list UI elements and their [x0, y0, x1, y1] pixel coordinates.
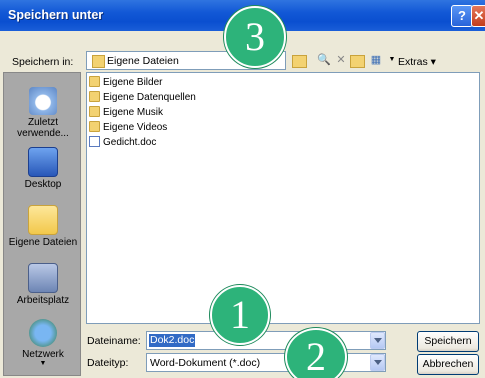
place-recent[interactable]: Zuletzt verwende...	[4, 87, 82, 139]
help-button[interactable]: ?	[451, 5, 473, 27]
file-name: Eigene Bilder	[103, 77, 163, 88]
file-name: Eigene Videos	[103, 122, 168, 133]
places-bar: Zuletzt verwende... Desktop Eigene Datei…	[3, 72, 81, 376]
search-web-icon[interactable]: 🔍	[316, 53, 332, 67]
filetype-dropdown-button[interactable]	[370, 354, 385, 371]
recent-clock-icon	[29, 87, 57, 115]
filetype-select[interactable]: Word-Dokument (*.doc)	[146, 353, 386, 372]
list-item[interactable]: Eigene Videos	[89, 121, 167, 135]
list-item[interactable]: Eigene Musik	[89, 106, 163, 120]
save-in-label-text: Speichern in:	[12, 56, 74, 68]
more-places-arrow-icon[interactable]: ▼	[4, 360, 82, 368]
annotation-badge-3: 3	[224, 6, 286, 68]
desktop-icon	[28, 147, 58, 177]
close-button[interactable]: ✕	[471, 5, 485, 27]
computer-icon	[28, 263, 58, 293]
list-item[interactable]: Eigene Datenquellen	[89, 91, 196, 105]
annotation-badge-2: 2	[285, 328, 347, 378]
cancel-button[interactable]: Abbrechen	[417, 354, 479, 375]
views-icon[interactable]: ▦	[368, 53, 384, 67]
window-title: Speichern unter	[8, 8, 104, 22]
file-name: Eigene Musik	[103, 107, 164, 118]
place-network[interactable]: Netzwerk ▼	[4, 319, 82, 368]
save-as-dialog: Speichern unter ? ✕ Speichern in: Eigene…	[0, 0, 485, 378]
my-documents-icon	[28, 205, 58, 235]
filename-dropdown-button[interactable]	[370, 332, 385, 349]
list-item[interactable]: Gedicht.doc	[89, 136, 156, 150]
place-network-label: Netzwerk	[22, 349, 64, 360]
list-item[interactable]: Eigene Bilder	[89, 76, 162, 90]
place-recent-label: Zuletzt verwende...	[17, 117, 69, 139]
filename-value: Dok2.doc	[149, 334, 196, 347]
folder-icon	[89, 76, 100, 87]
folder-icon	[89, 106, 100, 117]
filename-label: Dateiname:	[87, 335, 141, 347]
annotation-badge-1: 1	[210, 285, 270, 345]
word-document-icon	[89, 136, 100, 147]
file-name: Gedicht.doc	[103, 137, 157, 148]
new-folder-icon[interactable]	[350, 55, 365, 68]
place-my-computer-label: Arbeitsplatz	[16, 295, 70, 306]
folder-icon	[92, 55, 105, 68]
save-button[interactable]: Speichern	[417, 331, 479, 352]
delete-icon[interactable]: ✕	[333, 53, 349, 67]
place-desktop-label: Desktop	[24, 179, 62, 190]
place-desktop[interactable]: Desktop	[4, 147, 82, 190]
place-my-documents-label: Eigene Dateien	[8, 237, 78, 248]
filetype-value: Word-Dokument (*.doc)	[150, 357, 261, 369]
network-globe-icon	[29, 319, 57, 347]
filetype-label: Dateityp:	[87, 357, 129, 369]
place-my-documents[interactable]: Eigene Dateien	[4, 205, 82, 248]
filename-input[interactable]: Dok2.doc	[146, 331, 386, 350]
folder-icon	[89, 121, 100, 132]
file-name: Eigene Datenquellen	[103, 92, 196, 103]
save-in-label: Speichern in:	[12, 56, 73, 68]
extras-menu[interactable]: Extras ▾	[398, 56, 436, 68]
save-in-value: Eigene Dateien	[107, 55, 179, 67]
place-my-computer[interactable]: Arbeitsplatz	[4, 263, 82, 306]
extras-label: Extras	[398, 56, 428, 68]
up-folder-icon[interactable]	[292, 55, 307, 68]
file-list[interactable]: Eigene Bilder Eigene Datenquellen Eigene…	[86, 72, 480, 324]
folder-icon	[89, 91, 100, 102]
